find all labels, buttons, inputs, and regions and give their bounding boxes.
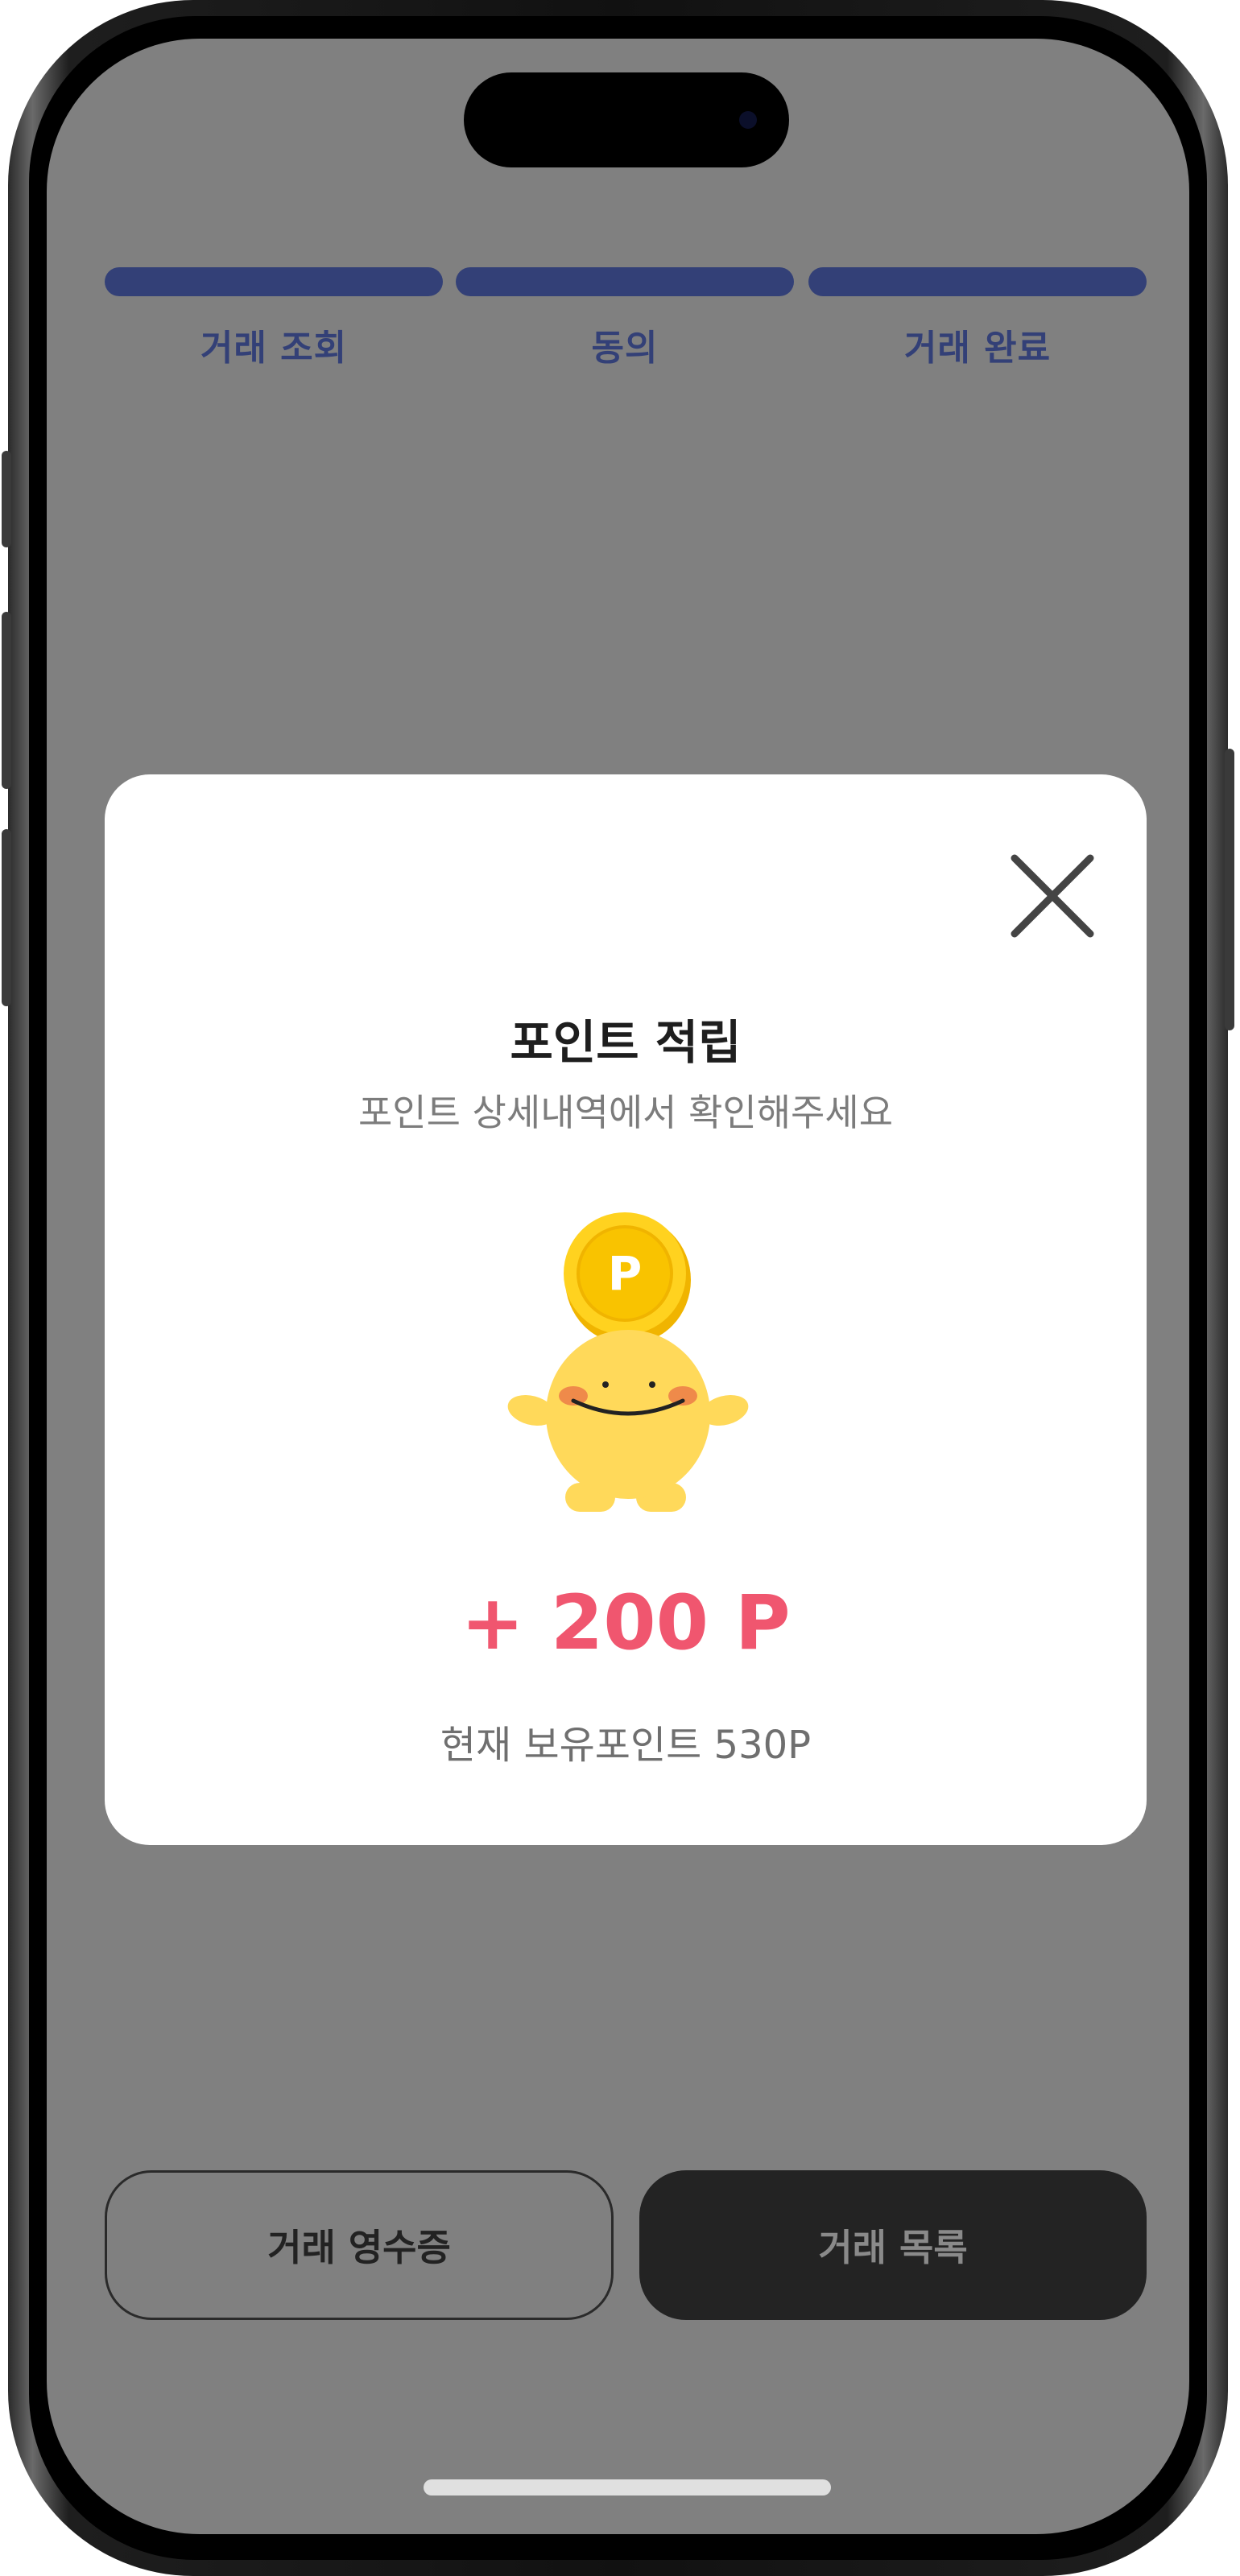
step-label: 거래 조회 [200,328,348,369]
step-complete: 거래 완료 [808,267,1147,370]
screen: 거래 조회 동의 거래 완료 포인트 적립 포인트 상세내역에서 확인해주세요 [47,39,1189,2534]
camera-icon [739,111,757,129]
current-points-balance: 현재 보유포인트 530P [440,1723,812,1768]
close-button[interactable] [1008,852,1097,940]
home-indicator[interactable] [424,2479,831,2496]
step-agreement: 동의 [456,267,794,370]
dynamic-island [464,72,789,167]
volume-up-button [2,612,11,789]
points-earned-amount: + 200 P [461,1579,791,1667]
modal-subtitle: 포인트 상세내역에서 확인해주세요 [358,1091,894,1134]
coin-letter: P [608,1246,643,1301]
side-button [2,451,11,547]
step-progress-bar [105,267,443,296]
points-earned-modal: 포인트 적립 포인트 상세내역에서 확인해주세요 P + 200 P 현재 보유… [105,774,1147,1845]
power-button [1225,749,1234,1030]
step-progress-bar [456,267,794,296]
step-label: 거래 완료 [903,328,1052,369]
step-progress-bar [808,267,1147,296]
step-label: 동의 [591,328,659,369]
phone-frame: 거래 조회 동의 거래 완료 포인트 적립 포인트 상세내역에서 확인해주세요 [2,0,1234,2576]
volume-down-button [2,829,11,1006]
modal-title: 포인트 적립 [510,1015,742,1070]
step-inquiry: 거래 조회 [105,267,443,370]
mascot-coin-illustration: P [507,1212,749,1512]
transaction-receipt-button[interactable]: 거래 영수증 [105,2170,614,2320]
close-icon [1011,854,1094,938]
transaction-list-button[interactable]: 거래 목록 [639,2170,1147,2320]
